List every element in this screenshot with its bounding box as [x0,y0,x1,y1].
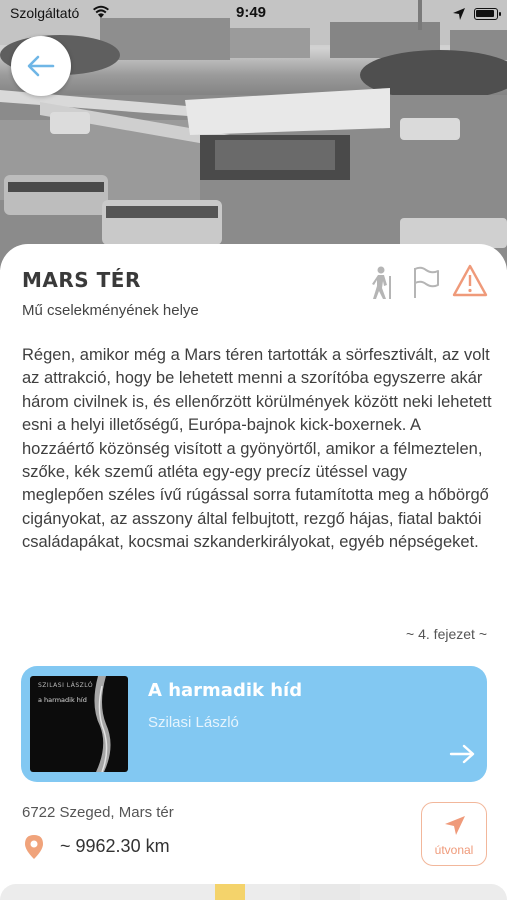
hero-photo [0,0,507,270]
map-preview[interactable] [0,884,507,900]
place-subtitle: Mű cselekményének helye [22,302,199,319]
map-road [300,884,360,900]
distance-value: ~ 9962.30 km [60,836,170,856]
carrier-label: Szolgáltató [10,5,80,21]
back-button[interactable] [11,36,71,96]
status-bar: Szolgáltató 9:49 [0,0,507,28]
book-card[interactable]: SZILASI LÁSZLÓ a harmadik híd A harmadik… [21,666,487,782]
battery-icon [474,8,501,20]
walking-person-icon[interactable] [368,266,396,304]
arrow-left-icon [27,55,55,77]
address: 6722 Szeged, Mars tér [22,804,174,821]
wifi-icon [92,5,110,23]
arrow-right-icon[interactable] [449,744,475,768]
book-title: A harmadik híd [148,680,303,701]
location-arrow-icon [452,7,466,25]
book-cover-image: SZILASI LÁSZLÓ a harmadik híd [30,676,128,772]
page-title: MARS TÉR [22,268,141,292]
flag-icon[interactable] [412,266,440,304]
book-author: Szilasi László [148,714,239,731]
warning-icon[interactable] [452,264,488,302]
chapter-label: ~ 4. fejezet ~ [406,626,487,642]
map-pin-icon [24,834,44,864]
clock: 9:49 [236,4,267,21]
book-excerpt: Régen, amikor még a Mars téren tartották… [22,346,492,552]
navigation-arrow-icon [442,813,468,843]
map-road [215,884,245,900]
route-button[interactable]: útvonal [421,802,487,866]
route-label: útvonal [434,843,474,857]
photo-illustration [0,0,507,270]
